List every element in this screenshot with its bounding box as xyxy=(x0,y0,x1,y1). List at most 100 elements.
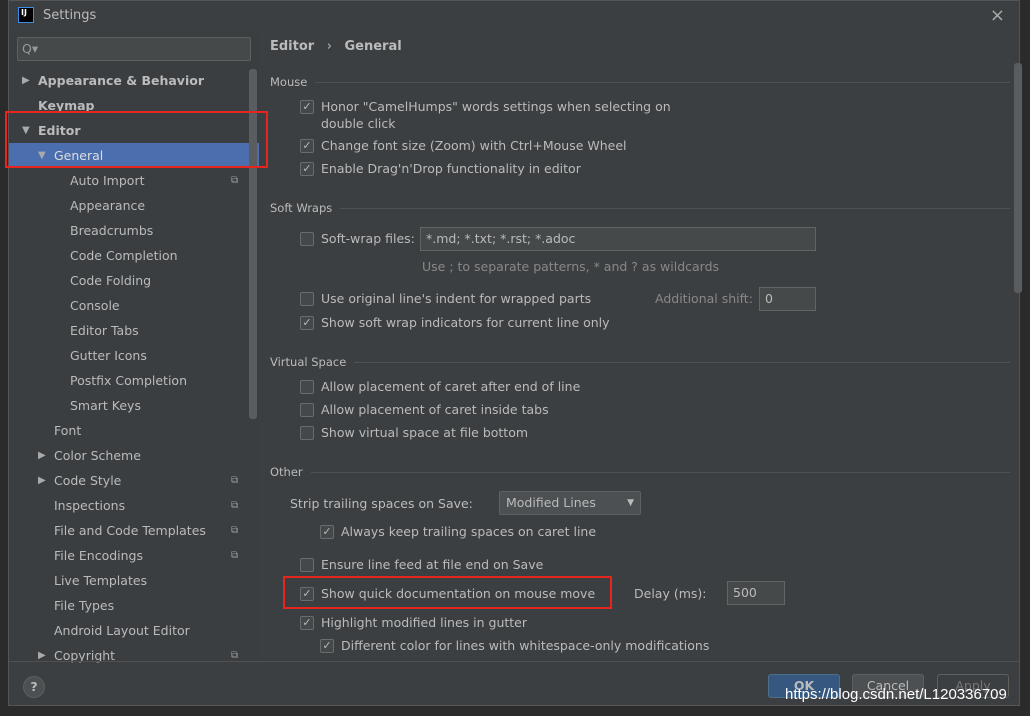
settings-dialog: IJ Settings × Q▾ ▶ Appearance & Behavior K… xyxy=(5,0,1022,706)
checkbox-unchecked[interactable] xyxy=(300,292,314,306)
checkbox-label: Show virtual space at file bottom xyxy=(321,425,529,440)
sidebar-item-label: Font xyxy=(54,423,82,438)
sidebar-item-label: File Encodings xyxy=(54,548,144,563)
content-scrollbar[interactable] xyxy=(1014,63,1022,293)
section-mouse: Mouse xyxy=(270,75,1010,89)
sidebar-item-label: Android Layout Editor xyxy=(54,623,190,638)
sidebar-item-label: Inspections xyxy=(54,498,126,513)
checkbox-checked[interactable]: ✓ xyxy=(300,316,314,330)
breadcrumb-general: General xyxy=(344,39,402,54)
sidebar-item-label: Auto Import xyxy=(70,173,145,188)
line-feed-checkbox[interactable]: Ensure line feed at file end on Save xyxy=(300,557,543,572)
checkbox-label: Ensure line feed at file end on Save xyxy=(321,557,544,572)
close-icon[interactable]: × xyxy=(990,5,1005,26)
sidebar-item-label: File and Code Templates xyxy=(54,523,206,538)
sidebar-item-file-and-code-templates[interactable]: File and Code Templates ⧉ xyxy=(9,518,259,543)
project-scope-icon: ⧉ xyxy=(231,550,239,561)
highlight-box xyxy=(5,111,268,168)
highlight-modified-checkbox[interactable]: ✓ Highlight modified lines in gutter xyxy=(300,615,527,630)
additional-shift-label: Additional shift: xyxy=(655,291,753,306)
checkbox-label: Different color for lines with whitespac… xyxy=(341,638,710,653)
checkbox-label: Honor "CamelHumps" words settings when s… xyxy=(321,99,671,114)
soft-wrap-files-checkbox[interactable]: Soft-wrap files: xyxy=(300,231,415,246)
section-soft-wraps: Soft Wraps xyxy=(270,201,1010,215)
delay-input[interactable]: 500 xyxy=(727,581,785,605)
checkbox-label: Highlight modified lines in gutter xyxy=(321,615,528,630)
sidebar-item-font[interactable]: Font xyxy=(9,418,259,443)
keep-trailing-spaces-checkbox[interactable]: ✓ Always keep trailing spaces on caret li… xyxy=(320,524,596,539)
dnd-checkbox[interactable]: ✓ Enable Drag'n'Drop functionality in edi… xyxy=(300,161,581,176)
delay-label: Delay (ms): xyxy=(634,586,707,601)
project-scope-icon: ⧉ xyxy=(231,175,239,186)
sidebar-item-smart-keys[interactable]: Smart Keys xyxy=(9,393,259,418)
soft-wrap-indicators-checkbox[interactable]: ✓ Show soft wrap indicators for current l… xyxy=(300,315,610,330)
camelhumps-checkbox[interactable]: ✓ Honor "CamelHumps" words settings when … xyxy=(300,99,671,131)
sidebar-item-android-layout-editor[interactable]: Android Layout Editor xyxy=(9,618,259,643)
checkbox-checked[interactable]: ✓ xyxy=(300,139,314,153)
title-bar: IJ Settings × xyxy=(9,1,1019,31)
collapsed-arrow-icon[interactable]: ▶ xyxy=(38,468,46,493)
sidebar-item-console[interactable]: Console xyxy=(9,293,259,318)
checkbox-unchecked[interactable] xyxy=(300,232,314,246)
checkbox-unchecked[interactable] xyxy=(300,380,314,394)
sidebar-item-label: Code Completion xyxy=(70,248,178,263)
sidebar-item-label: File Types xyxy=(54,598,115,613)
checkbox-label: Show soft wrap indicators for current li… xyxy=(321,315,610,330)
sidebar-item-live-templates[interactable]: Live Templates xyxy=(9,568,259,593)
sidebar-item-appearance[interactable]: Appearance xyxy=(9,193,259,218)
sidebar-item-file-encodings[interactable]: File Encodings ⧉ xyxy=(9,543,259,568)
project-scope-icon: ⧉ xyxy=(231,525,239,536)
virtual-space-bottom-checkbox[interactable]: Show virtual space at file bottom xyxy=(300,425,528,440)
caret-after-end-checkbox[interactable]: Allow placement of caret after end of li… xyxy=(300,379,580,394)
sidebar-item-label: Appearance & Behavior xyxy=(38,73,204,88)
sidebar-item-file-types[interactable]: File Types xyxy=(9,593,259,618)
sidebar-item-code-completion[interactable]: Code Completion xyxy=(9,243,259,268)
strip-spaces-select[interactable]: Modified Lines ▼ xyxy=(499,491,641,515)
breadcrumb-editor[interactable]: Editor xyxy=(270,39,314,54)
checkbox-checked[interactable]: ✓ xyxy=(300,162,314,176)
collapsed-arrow-icon[interactable]: ▶ xyxy=(22,68,30,93)
sidebar-item-label: Postfix Completion xyxy=(70,373,187,388)
sidebar-item-label: Color Scheme xyxy=(54,448,141,463)
whitespace-color-checkbox[interactable]: ✓ Different color for lines with whitespa… xyxy=(320,638,709,653)
sidebar-item-breadcrumbs[interactable]: Breadcrumbs xyxy=(9,218,259,243)
sidebar-item-color-scheme[interactable]: ▶ Color Scheme xyxy=(9,443,259,468)
sidebar-item-auto-import[interactable]: Auto Import ⧉ xyxy=(9,168,259,193)
checkbox-checked[interactable]: ✓ xyxy=(300,100,314,114)
checkbox-unchecked[interactable] xyxy=(300,426,314,440)
checkbox-checked[interactable]: ✓ xyxy=(320,639,334,653)
breadcrumb: Editor › General xyxy=(270,39,402,54)
checkbox-label: Enable Drag'n'Drop functionality in edit… xyxy=(321,161,581,176)
sidebar-item-label: Code Style xyxy=(54,473,122,488)
sidebar-item-inspections[interactable]: Inspections ⧉ xyxy=(9,493,259,518)
checkbox-label: Change font size (Zoom) with Ctrl+Mouse … xyxy=(321,138,627,153)
zoom-checkbox[interactable]: ✓ Change font size (Zoom) with Ctrl+Mouse… xyxy=(300,138,627,153)
sidebar-item-label: Gutter Icons xyxy=(70,348,147,363)
sidebar-item-appearance-behavior[interactable]: ▶ Appearance & Behavior xyxy=(9,68,259,93)
checkbox-checked[interactable]: ✓ xyxy=(320,525,334,539)
watermark: https://blog.csdn.net/L120336709 xyxy=(785,686,1007,703)
sidebar-item-gutter-icons[interactable]: Gutter Icons xyxy=(9,343,259,368)
soft-wrap-files-input[interactable]: *.md; *.txt; *.rst; *.adoc xyxy=(420,227,816,251)
search-input[interactable]: Q▾ xyxy=(17,37,251,61)
section-other: Other xyxy=(270,465,1010,479)
checkbox-unchecked[interactable] xyxy=(300,558,314,572)
checkbox-label: Soft-wrap files: xyxy=(321,231,415,246)
checkbox-label: Use original line's indent for wrapped p… xyxy=(321,291,592,306)
collapsed-arrow-icon[interactable]: ▶ xyxy=(38,443,46,468)
intellij-logo-icon: IJ xyxy=(18,7,34,23)
breadcrumb-separator: › xyxy=(326,39,332,54)
sidebar-item-editor-tabs[interactable]: Editor Tabs xyxy=(9,318,259,343)
original-indent-checkbox[interactable]: Use original line's indent for wrapped p… xyxy=(300,291,591,306)
window-title: Settings xyxy=(43,8,97,23)
caret-inside-tabs-checkbox[interactable]: Allow placement of caret inside tabs xyxy=(300,402,549,417)
sidebar-item-code-folding[interactable]: Code Folding xyxy=(9,268,259,293)
checkbox-checked[interactable]: ✓ xyxy=(300,616,314,630)
help-button[interactable]: ? xyxy=(23,676,45,698)
additional-shift-input[interactable]: 0 xyxy=(759,287,816,311)
section-virtual-space: Virtual Space xyxy=(270,355,1010,369)
checkbox-unchecked[interactable] xyxy=(300,403,314,417)
project-scope-icon: ⧉ xyxy=(231,500,239,511)
sidebar-item-code-style[interactable]: ▶ Code Style ⧉ xyxy=(9,468,259,493)
sidebar-item-postfix-completion[interactable]: Postfix Completion xyxy=(9,368,259,393)
